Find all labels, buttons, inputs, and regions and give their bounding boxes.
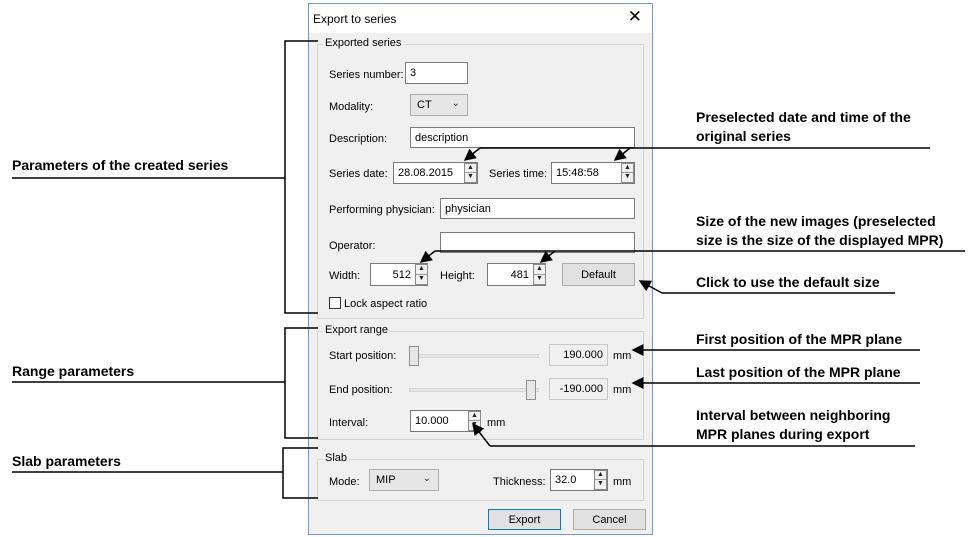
arrow-series-date: [463, 147, 481, 161]
bracket-slab: [282, 447, 318, 499]
arrow-default: [638, 280, 663, 294]
annotation-last-position: Last position of the MPR plane: [696, 364, 901, 380]
annotation-size-2: size is the size of the displayed MPR): [696, 232, 944, 248]
arrow-width: [419, 250, 436, 263]
annotation-preselected-1: Preselected date and time of the: [696, 109, 911, 125]
arrow-series-time: [613, 147, 631, 161]
bracket-created-series: [284, 40, 318, 314]
arrow-height: [539, 250, 556, 263]
annotation-range-params: Range parameters: [12, 363, 135, 379]
annotation-default-size: Click to use the default size: [696, 274, 880, 290]
annotation-created-series: Parameters of the created series: [12, 157, 229, 173]
annotation-interval-2: MPR planes during export: [696, 426, 870, 442]
annotation-interval-1: Interval between neighboring: [696, 407, 891, 423]
annotation-first-position: First position of the MPR plane: [696, 331, 903, 347]
annotation-size-1: Size of the new images (preselected: [696, 213, 936, 229]
annotation-slab-params: Slab parameters: [12, 453, 121, 469]
bracket-range: [284, 327, 318, 439]
annotation-preselected-2: original series: [696, 128, 791, 144]
arrow-interval: [472, 422, 491, 447]
annotation-lines: [12, 40, 965, 499]
